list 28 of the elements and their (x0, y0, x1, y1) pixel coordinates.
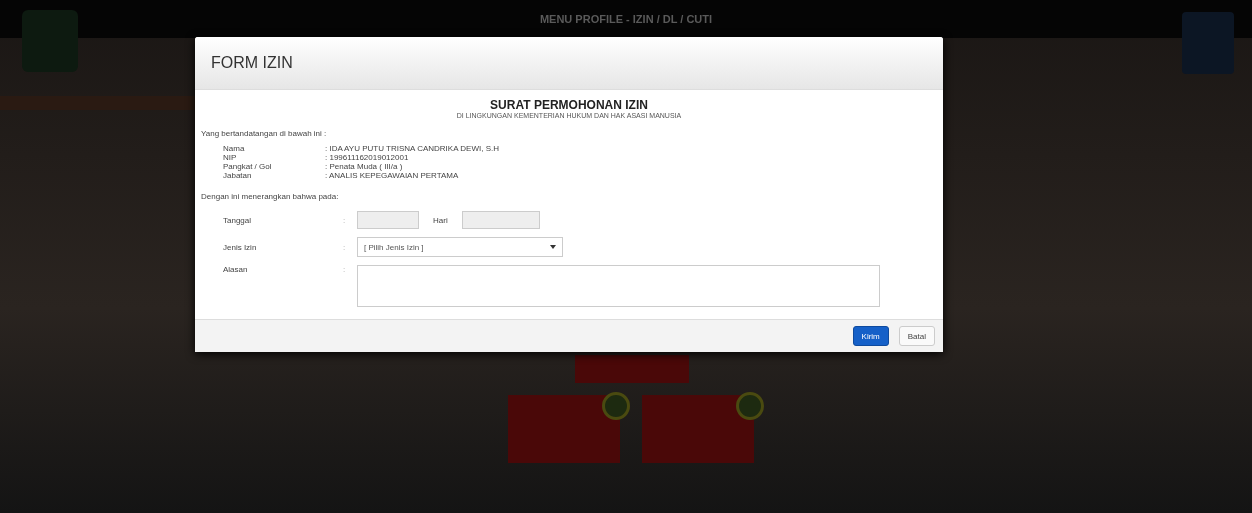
colon-separator: : (343, 242, 347, 252)
submit-button[interactable]: Kirim (852, 326, 889, 346)
page-title: MENU PROFILE - IZIN / DL / CUTI (539, 13, 713, 25)
menu-tile[interactable] (642, 395, 754, 463)
letter-heading: SURAT PERMOHONAN IZIN (490, 98, 648, 112)
statement-text: Dengan ini menerangkan bahwa pada: (201, 192, 340, 201)
field-label: Tanggal (223, 215, 253, 225)
colon-separator: : (343, 215, 347, 225)
menu-tile[interactable] (508, 395, 620, 463)
dialog-title: FORM IZIN (211, 54, 293, 72)
detail-label: Jabatan (223, 171, 253, 180)
detail-value: : ANALIS KEPEGAWAIAN PERTAMA (325, 171, 460, 180)
detail-label: Nama (223, 144, 246, 153)
detail-value: : 199611162019012001 (325, 153, 410, 162)
field-label: Hari (433, 215, 448, 225)
cancel-button[interactable]: Batal (898, 326, 935, 346)
field-label: Alasan (223, 265, 249, 274)
reason-field[interactable] (357, 265, 880, 307)
detail-label: Pangkat / Gol (223, 162, 273, 171)
menu-tile[interactable] (575, 355, 689, 383)
permit-type-dropdown[interactable]: [ Pilih Jenis Izin ] (357, 237, 563, 257)
colon-separator: : (343, 265, 347, 274)
detail-value: : Penata Muda ( III/a ) (325, 162, 404, 171)
intro-text: Yang bertandatangan di bawah ini : (201, 129, 328, 138)
detail-value: : IDA AYU PUTU TRISNA CANDRIKA DEWI, S.H (325, 144, 499, 153)
field-label: Jenis Izin (223, 242, 258, 252)
caret-icon (550, 244, 556, 250)
detail-label: NIP (223, 153, 238, 162)
